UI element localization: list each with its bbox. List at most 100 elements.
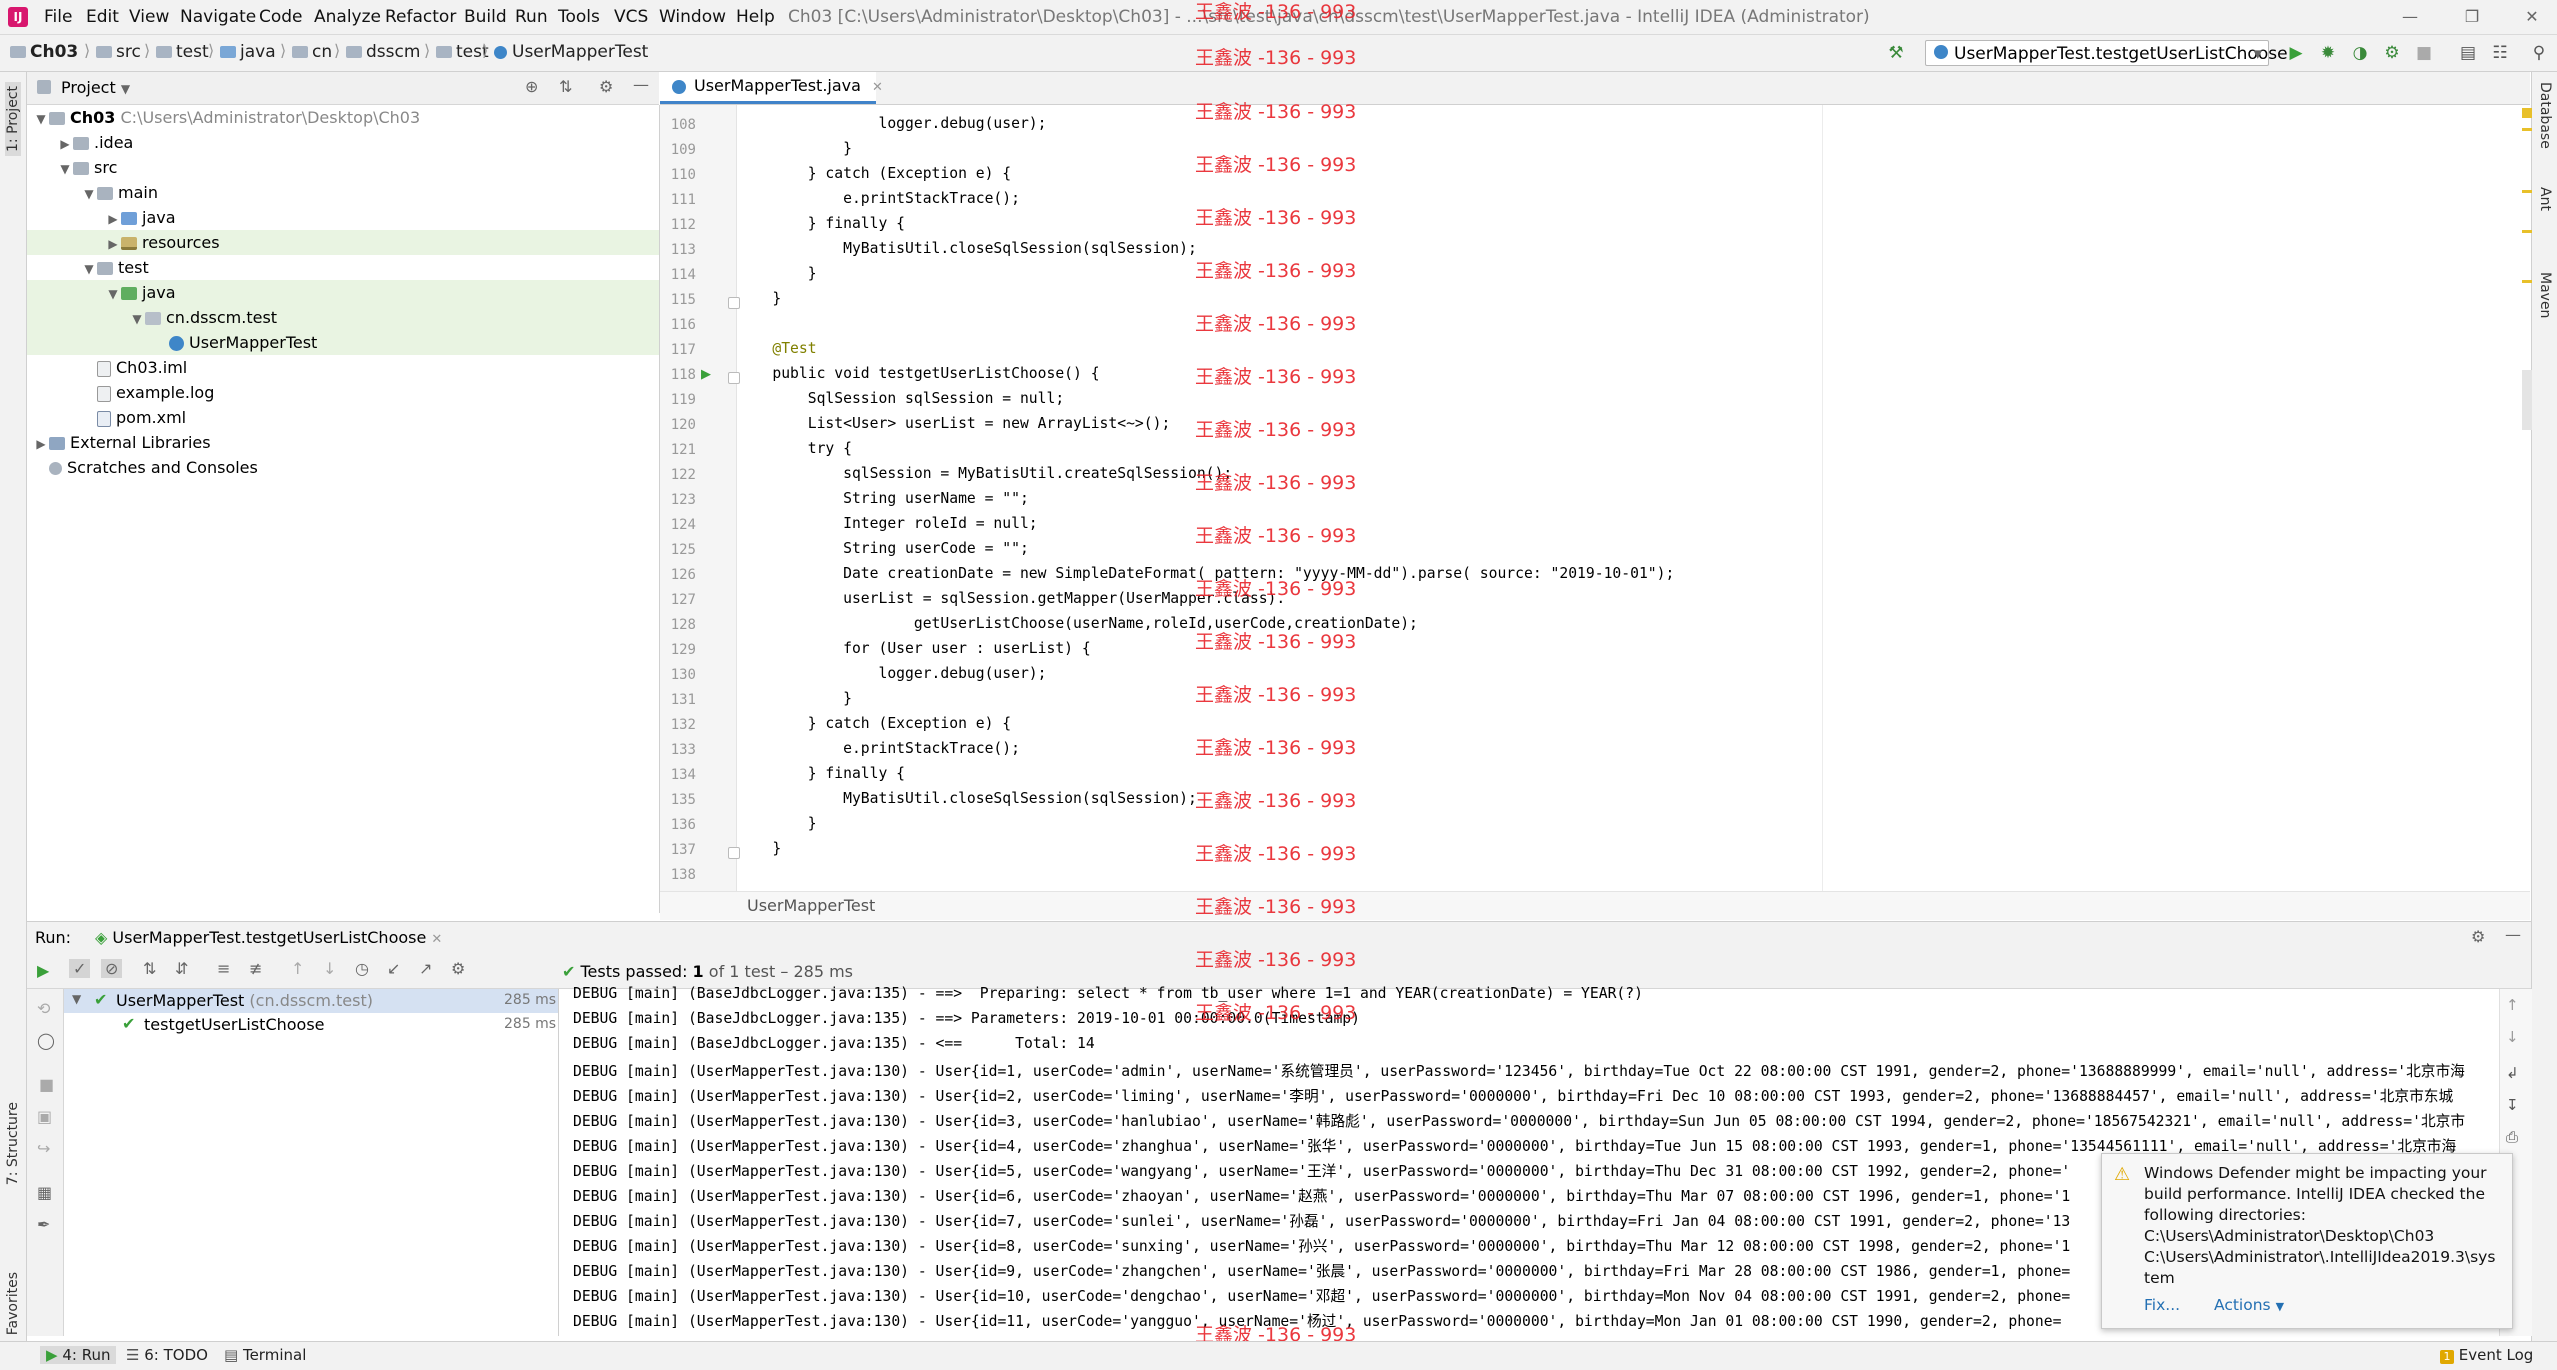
chevron-down-icon[interactable]: ▼ [57, 157, 73, 182]
menu-view[interactable]: View [129, 7, 169, 27]
next-failed-icon[interactable]: ↓ [323, 959, 336, 978]
search-everywhere-icon[interactable]: ⚲ [2528, 42, 2550, 64]
minimize-icon[interactable]: — [2390, 4, 2430, 30]
settings-icon[interactable]: ☷ [2489, 42, 2511, 64]
tree-item-resources[interactable]: ▶ resources [27, 230, 659, 255]
breadcrumb-src[interactable]: src [96, 42, 141, 62]
chevron-down-icon[interactable]: ▼ [105, 282, 121, 307]
warning-stripe[interactable] [2522, 190, 2532, 193]
menu-run[interactable]: Run [515, 7, 548, 27]
debug-icon[interactable]: ✹ [2317, 42, 2339, 64]
locate-icon[interactable]: ⊕ [525, 77, 538, 96]
fix-link[interactable]: Fix... [2144, 1296, 2180, 1314]
close-tab-icon[interactable]: ✕ [431, 932, 442, 947]
tab-run-tool[interactable]: ▶ 4: Run [40, 1346, 117, 1364]
breadcrumb-dsscm[interactable]: dsscm [346, 42, 420, 62]
tab-terminal-tool[interactable]: ▤ Terminal [224, 1346, 306, 1364]
soft-wrap-icon[interactable]: ↲ [2506, 1064, 2519, 1082]
breadcrumb-cn[interactable]: cn [292, 42, 332, 62]
tab-structure-tool[interactable]: 7: Structure [5, 1102, 21, 1185]
tree-item-src[interactable]: ▼ src [27, 155, 659, 180]
chevron-right-icon[interactable]: ▶ [105, 207, 121, 232]
import-tests-icon[interactable]: ↙ [387, 959, 400, 978]
project-structure-icon[interactable]: ▤ [2457, 42, 2479, 64]
breadcrumb-ch03[interactable]: Ch03 [10, 42, 78, 62]
tree-item-pom[interactable]: pom.xml [27, 405, 659, 430]
menu-vcs[interactable]: VCS [614, 7, 648, 27]
gear-icon[interactable]: ⚙ [2471, 927, 2485, 946]
chevron-right-icon[interactable]: ▶ [33, 432, 49, 457]
tree-item-test-java[interactable]: ▼ java [27, 280, 659, 305]
history-icon[interactable]: ◷ [355, 959, 369, 978]
run-config-select[interactable]: UserMapperTest.testgetUserListChoose ▾ [1925, 40, 2288, 66]
tree-item-main-java[interactable]: ▶ java [27, 205, 659, 230]
menu-tools[interactable]: Tools [558, 7, 600, 27]
menu-navigate[interactable]: Navigate [180, 7, 256, 27]
rerun-icon[interactable]: ▶ [37, 961, 49, 980]
actions-menu-link[interactable]: Actions ▼ [2194, 1296, 2284, 1314]
warning-stripe[interactable] [2522, 280, 2532, 283]
gear-icon[interactable]: ⚙ [451, 959, 465, 978]
expand-all-icon[interactable]: ≡ [217, 959, 230, 978]
export-tests-icon[interactable]: ↗ [419, 959, 432, 978]
layout-icon[interactable]: ▦ [37, 1183, 52, 1202]
menu-build[interactable]: Build [464, 7, 507, 27]
project-view-select[interactable]: Project ▼ [61, 78, 130, 97]
menu-edit[interactable]: Edit [86, 7, 119, 27]
test-method-item[interactable]: testgetUserListChoose [144, 1015, 325, 1034]
hide-icon[interactable]: — [633, 75, 649, 94]
menu-code[interactable]: Code [259, 7, 303, 27]
tab-usermappertest-java[interactable]: UserMapperTest.java ✕ [660, 72, 883, 104]
rerun-failed-icon[interactable]: ⟲ [37, 999, 50, 1018]
chevron-right-icon[interactable]: ▶ [105, 232, 121, 257]
tab-maven-tool[interactable]: Maven [2537, 272, 2553, 318]
collapse-all-icon[interactable]: ≢ [249, 959, 262, 978]
breadcrumb-test[interactable]: test [156, 42, 209, 62]
menu-file[interactable]: File [44, 7, 72, 27]
chevron-down-icon[interactable]: ▼ [81, 182, 97, 207]
sort-alpha-icon[interactable]: ⇅ [143, 959, 156, 978]
scroll-down-icon[interactable]: ↓ [2506, 1028, 2519, 1046]
menu-analyze[interactable]: Analyze [314, 7, 381, 27]
stop-icon[interactable]: ■ [39, 1075, 54, 1094]
breadcrumb-class[interactable]: UserMapperTest [494, 42, 648, 62]
scroll-to-end-icon[interactable]: ↧ [2506, 1096, 2519, 1114]
chevron-down-icon[interactable]: ▼ [72, 992, 81, 1006]
tree-item-package[interactable]: ▼ cn.dsscm.test [27, 305, 659, 330]
previous-failed-icon[interactable]: ↑ [291, 959, 304, 978]
run-icon[interactable]: ▶ [2285, 42, 2307, 64]
maximize-icon[interactable]: ❐ [2452, 4, 2492, 30]
warning-stripe[interactable] [2522, 128, 2532, 131]
show-ignored-icon[interactable]: ⊘ [101, 959, 123, 978]
tab-project-tool[interactable]: 1: Project [5, 82, 21, 156]
tree-item-ch03[interactable]: ▼ Ch03 C:\Users\Administrator\Desktop\Ch0… [27, 105, 659, 130]
test-class-item[interactable]: UserMapperTest (cn.dsscm.test) [116, 991, 373, 1010]
tab-ant-tool[interactable]: Ant [2537, 187, 2553, 211]
tree-item-external-libraries[interactable]: ▶ External Libraries [27, 430, 659, 455]
chevron-down-icon[interactable]: ▼ [129, 307, 145, 332]
tab-run-config[interactable]: ◈ UserMapperTest.testgetUserListChoose ✕ [95, 928, 442, 947]
tree-item-log[interactable]: example.log [27, 380, 659, 405]
export-icon[interactable]: ↪ [37, 1139, 50, 1158]
chevron-down-icon[interactable]: ▼ [33, 107, 49, 132]
tree-item-idea[interactable]: ▶ .idea [27, 130, 659, 155]
menu-refactor[interactable]: Refactor [385, 7, 456, 27]
tree-item-usermappertest[interactable]: UserMapperTest [27, 330, 659, 355]
gear-icon[interactable]: ⚙ [599, 77, 613, 96]
camera-icon[interactable]: ▣ [37, 1107, 52, 1126]
sort-duration-icon[interactable]: ⇵ [175, 959, 188, 978]
hide-icon[interactable]: — [2505, 925, 2521, 944]
breadcrumb-test-pkg[interactable]: test [436, 42, 489, 62]
inspection-warning-icon[interactable] [2522, 108, 2532, 118]
chevron-right-icon[interactable]: ▶ [57, 132, 73, 157]
scroll-up-icon[interactable]: ↑ [2506, 996, 2519, 1014]
tree-item-main[interactable]: ▼ main [27, 180, 659, 205]
profile-icon[interactable]: ⚙ [2381, 42, 2403, 64]
event-log-button[interactable]: 1 Event Log [2440, 1346, 2533, 1364]
stop-icon[interactable]: ■ [2413, 42, 2435, 64]
tree-item-test[interactable]: ▼ test [27, 255, 659, 280]
collapse-all-icon[interactable]: ⇅ [559, 77, 572, 96]
build-hammer-icon[interactable]: ⚒ [1885, 42, 1907, 64]
tree-item-scratches[interactable]: Scratches and Consoles [27, 455, 659, 480]
tree-item-iml[interactable]: Ch03.iml [27, 355, 659, 380]
